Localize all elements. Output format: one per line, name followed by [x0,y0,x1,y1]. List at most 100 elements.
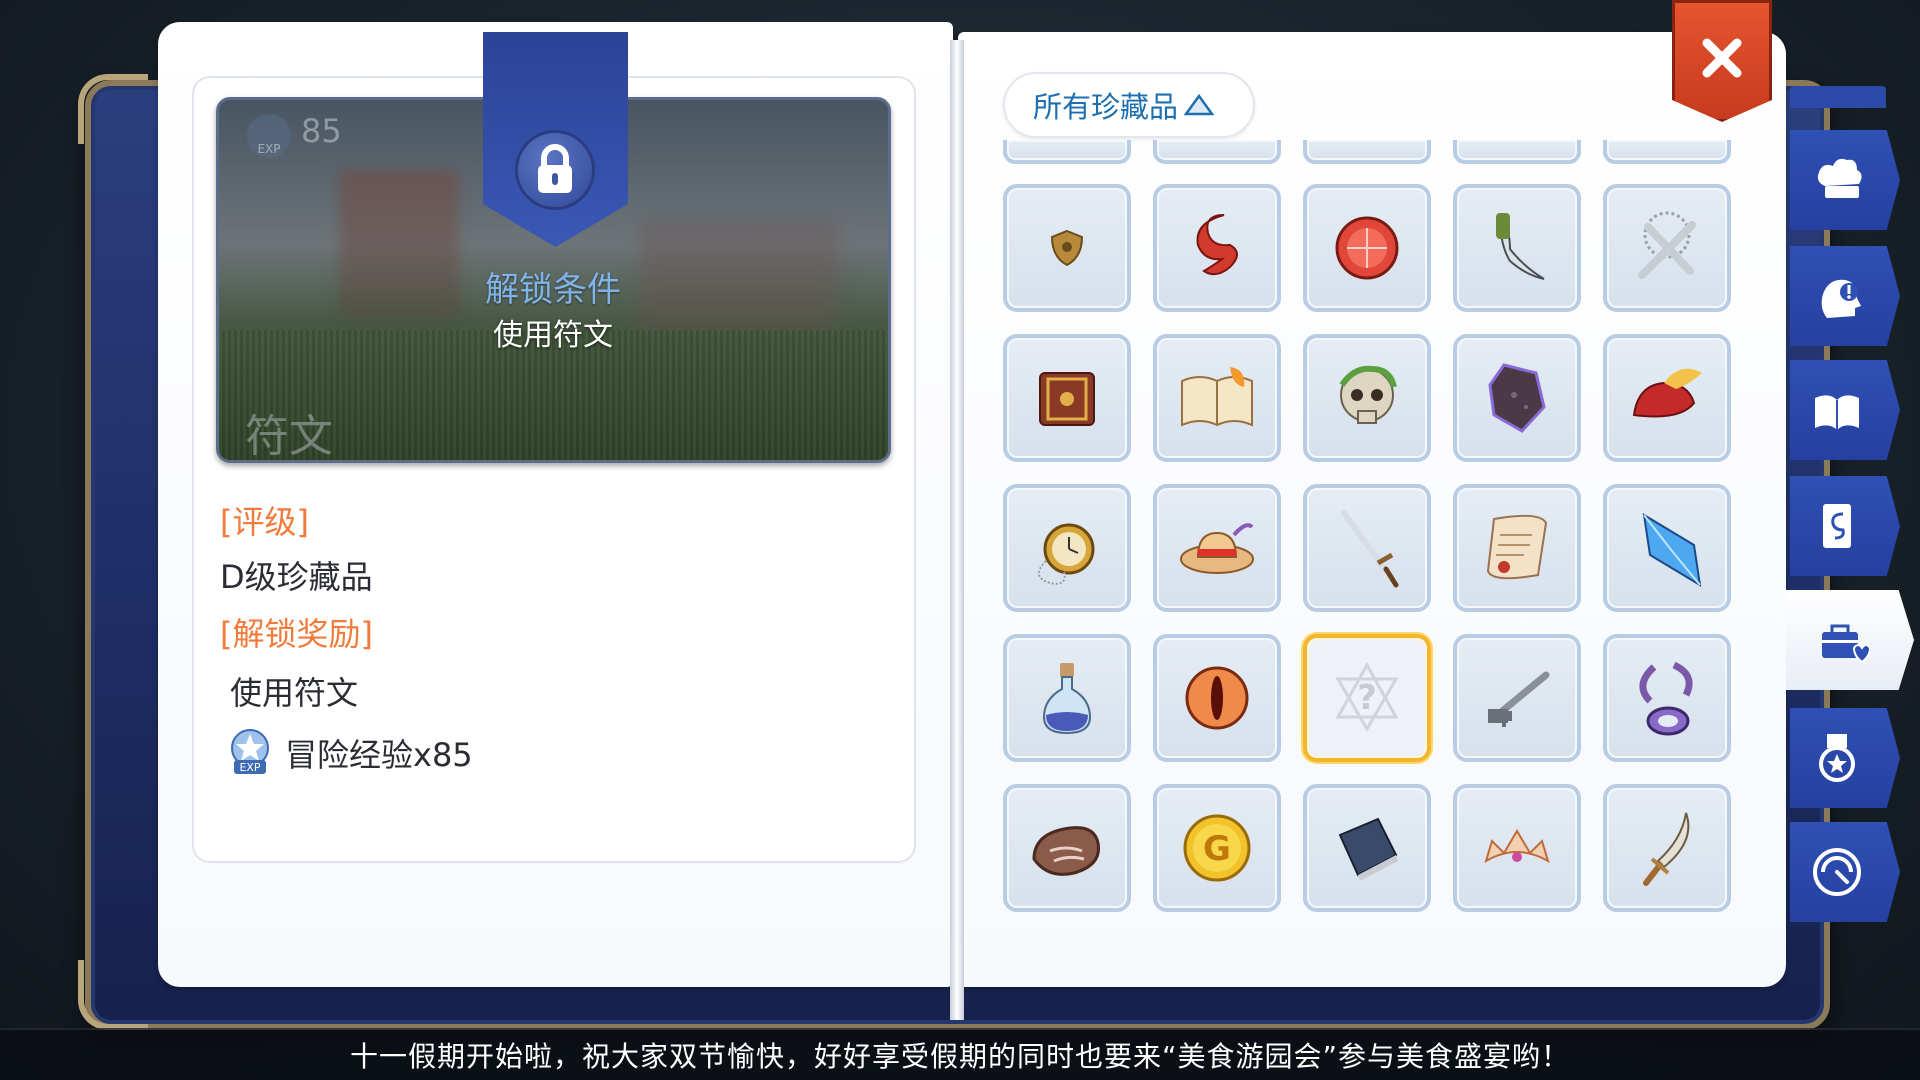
red-orb-icon [1335,216,1399,280]
collection-slot[interactable] [1603,334,1731,462]
reward-label: [解锁奖励] [220,615,373,653]
collection-slot[interactable] [1003,634,1131,762]
svg-text:G: G [1203,829,1231,869]
collection-slot[interactable] [1153,634,1281,762]
tiara-icon [1484,829,1550,864]
dark-book-icon [1338,817,1398,881]
feathered-cap-icon [1632,368,1702,418]
announcement-marquee: 十一假期开始啦，祝大家双节愉快，好好享受假期的同时也要来“美食游园会”参与美食盛… [0,1028,1920,1080]
collection-slot[interactable] [1303,484,1431,612]
scrolled-row-partial [1003,140,1738,164]
pocket-watch-icon [1038,523,1095,585]
tab-strip-top [1790,86,1886,108]
chef-hat-icon [1817,158,1862,198]
collection-grid: ? G [1003,184,1731,912]
collection-slot[interactable] [1453,140,1581,164]
collection-slot[interactable] [1603,634,1731,762]
collection-slot[interactable] [1453,184,1581,312]
filter-label: 所有珍藏品 [1033,90,1179,124]
book-spine [950,40,964,1020]
collection-slot[interactable]: G [1153,784,1281,912]
book-corner-ornament [78,960,148,1030]
gauge-icon [1813,848,1861,896]
close-button[interactable] [1672,0,1772,122]
collection-slot[interactable] [1303,334,1431,462]
collection-slot[interactable] [1603,784,1731,912]
ornate-tome-icon [1039,372,1095,426]
book-corner-ornament [78,74,148,144]
medal-icon [1819,734,1855,782]
collection-slot[interactable] [1003,784,1131,912]
collection-slot[interactable] [1153,184,1281,312]
preview-item-name: 符文 [245,411,333,462]
collection-slot[interactable] [1303,784,1431,912]
collection-slot[interactable] [1453,334,1581,462]
grade-label: [评级] [220,503,309,541]
blue-crystal-icon [1642,513,1702,587]
lock-icon [538,144,572,193]
scroll-icon [1486,514,1548,580]
grade-value: D级珍藏品 [220,558,373,596]
collection-slot[interactable] [1453,784,1581,912]
collection-slot[interactable] [1003,334,1131,462]
announcement-text: 十一假期开始啦，祝大家双节愉快，好好享受假期的同时也要来“美食游园会”参与美食盛… [349,1040,1571,1073]
open-book-leaf-icon [1181,367,1253,427]
exp-badge-text: EXP [257,142,281,156]
collection-slot[interactable] [1303,140,1431,164]
collection-slot[interactable] [1303,184,1431,312]
side-tab-medal[interactable] [1790,708,1900,808]
head-alert-icon [1821,279,1861,318]
collection-slot[interactable] [1153,140,1281,164]
old-key-icon [1488,671,1550,727]
dark-stone-icon [1488,363,1546,433]
straw-hat-icon [1180,523,1254,574]
reward-exp-text: 冒险经验x85 [285,736,473,774]
side-tab-card[interactable] [1790,476,1900,576]
collection-slot[interactable] [1453,634,1581,762]
background-castle [339,170,459,320]
meat-steak-icon [1032,826,1100,876]
mossy-skull-icon [1339,365,1397,424]
collection-slot[interactable] [1603,140,1731,164]
side-tab-open-book[interactable] [1790,360,1900,460]
reward-condition: 使用符文 [230,674,359,712]
collection-filter-dropdown[interactable]: 所有珍藏品 [1003,72,1255,138]
dragon-eye-orb-icon [1185,666,1249,730]
side-tab-gauge[interactable] [1790,822,1900,922]
collection-slot[interactable] [1153,334,1281,462]
side-tab-head-alert[interactable] [1790,246,1900,346]
red-scarf-icon [1196,214,1238,276]
longsword-icon [1341,510,1399,588]
chain-ring-icon [1639,661,1693,736]
shield-emblem-icon [1050,229,1084,267]
background-building [639,220,839,330]
side-tab-chef-hat[interactable] [1790,130,1900,230]
unlock-condition-text: 使用符文 [493,318,613,353]
collection-slot[interactable] [1003,484,1131,612]
collection-slot[interactable] [1603,484,1731,612]
triangle-up-icon [1184,93,1215,116]
rosary-cross-icon [1638,211,1696,279]
preview-exp-value: 85 [301,112,342,150]
exp-badge-icon: EXP [247,114,291,158]
card-icon [1823,504,1851,548]
collection-slot[interactable] [1453,484,1581,612]
collection-slot[interactable] [1153,484,1281,612]
exp-star-icon: EXP [231,729,269,774]
svg-text:?: ? [1357,678,1377,718]
collection-slot[interactable]: ? [1303,634,1431,762]
briefcase-heart-icon [1822,624,1870,664]
scimitar-icon [1643,812,1690,886]
close-icon [1702,38,1742,78]
side-tab-briefcase-heart[interactable] [1786,590,1914,690]
svg-text:EXP: EXP [239,761,260,774]
collection-slot[interactable] [1603,184,1731,312]
gold-coin-icon: G [1183,814,1251,882]
potion-bottle-icon [1042,663,1092,735]
collection-slot[interactable] [1003,184,1131,312]
unlock-condition-title: 解锁条件 [485,270,621,310]
curved-dagger-icon [1496,213,1545,280]
open-book-icon [1815,395,1859,430]
unknown-item-icon: ? [1335,661,1399,732]
collection-slot[interactable] [1003,140,1131,164]
